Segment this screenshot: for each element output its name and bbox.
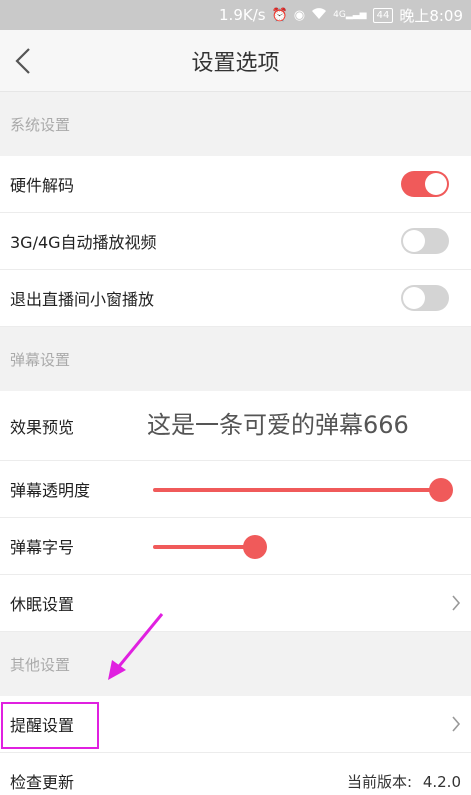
check-update-row[interactable]: 检查更新 当前版本: 4.2.0 xyxy=(0,753,471,795)
danmaku-preview-text: 这是一条可爱的弹幕666 xyxy=(147,411,409,439)
back-button[interactable] xyxy=(8,44,38,78)
clock: 晚上8:09 xyxy=(399,6,463,25)
section-header-danmaku: 弹幕设置 xyxy=(0,327,471,391)
font-size-slider-thumb[interactable] xyxy=(243,535,268,559)
autoplay-toggle[interactable] xyxy=(401,228,449,254)
opacity-label: 弹幕透明度 xyxy=(10,481,91,500)
signal-icon: 4G▂▃▅ xyxy=(333,10,367,20)
version-label: 当前版本: xyxy=(346,773,413,791)
sleep-settings-row[interactable]: 休眠设置 xyxy=(0,575,471,632)
nav-bar: 设置选项 xyxy=(0,30,471,92)
font-size-label: 弹幕字号 xyxy=(10,538,75,557)
font-size-slider[interactable] xyxy=(153,535,268,559)
section-header-other: 其他设置 xyxy=(0,632,471,696)
battery-icon: 44 xyxy=(372,7,394,23)
wifi-icon xyxy=(311,7,327,24)
check-update-label: 检查更新 xyxy=(10,773,75,792)
preview-label: 效果预览 xyxy=(10,417,75,437)
autoplay-row: 3G/4G自动播放视频 xyxy=(0,213,471,270)
mini-window-label: 退出直播间小窗播放 xyxy=(10,290,155,309)
sleep-label: 休眠设置 xyxy=(10,595,75,614)
mini-window-toggle[interactable] xyxy=(401,285,449,311)
highlight-annotation-box xyxy=(1,702,99,749)
autoplay-label: 3G/4G自动播放视频 xyxy=(10,233,157,252)
status-bar: 1.9K/s ⏰ ◉ 4G▂▃▅ 44 晚上8:09 xyxy=(0,0,471,30)
chevron-right-icon xyxy=(452,716,461,732)
hw-decode-row: 硬件解码 xyxy=(0,156,471,213)
alarm-icon: ⏰ xyxy=(271,7,288,23)
annotation-arrow-icon xyxy=(108,613,164,680)
eye-icon: ◉ xyxy=(293,7,306,23)
chevron-left-icon xyxy=(15,48,30,74)
chevron-right-icon xyxy=(452,595,461,611)
mini-window-row: 退出直播间小窗播放 xyxy=(0,270,471,327)
opacity-slider-thumb[interactable] xyxy=(429,478,453,502)
opacity-slider[interactable] xyxy=(153,478,453,502)
page-title: 设置选项 xyxy=(191,50,280,76)
version-number: 4.2.0 xyxy=(422,773,461,791)
version-info: 当前版本: 4.2.0 xyxy=(347,771,461,792)
opacity-row: 弹幕透明度 xyxy=(0,461,471,518)
font-size-row: 弹幕字号 xyxy=(0,518,471,575)
hw-decode-label: 硬件解码 xyxy=(10,176,75,195)
hw-decode-toggle[interactable] xyxy=(401,171,449,197)
section-header-system: 系统设置 xyxy=(0,92,471,156)
danmaku-preview-row: 效果预览 这是一条可爱的弹幕666 xyxy=(0,391,471,461)
network-speed: 1.9K/s xyxy=(219,6,266,24)
